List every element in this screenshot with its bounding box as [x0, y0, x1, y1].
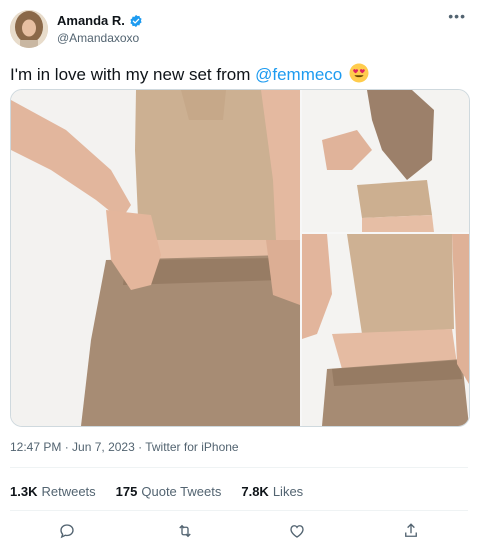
reply-icon[interactable]: [56, 520, 78, 542]
likes-stat[interactable]: 7.8K Likes: [241, 484, 303, 499]
tweet-text: I'm in love with my new set from @femmec…: [10, 63, 369, 87]
heart-eyes-emoji-icon: [349, 63, 369, 83]
quote-tweets-count: 175: [115, 484, 138, 499]
avatar[interactable]: [10, 10, 48, 48]
quote-tweets-label: Quote Tweets: [141, 484, 222, 499]
retweets-stat[interactable]: 1.3K Retweets: [10, 484, 96, 499]
author-display-name[interactable]: Amanda R.: [57, 13, 125, 28]
like-icon[interactable]: [286, 520, 308, 542]
action-bar: [0, 514, 478, 550]
tweet-time[interactable]: 12:47 PM: [10, 440, 61, 454]
retweets-count: 1.3K: [10, 484, 38, 499]
tweet-source[interactable]: Twitter for iPhone: [145, 440, 238, 454]
tweet: Amanda R. @Amandaxoxo ••• I'm in love wi…: [0, 0, 478, 560]
meta-separator: ·: [61, 440, 73, 454]
tweet-text-body: I'm in love with my new set from: [10, 65, 256, 84]
retweet-icon[interactable]: [174, 520, 196, 542]
photo-3[interactable]: [302, 234, 469, 426]
engagement-stats: 1.3K Retweets 175 Quote Tweets 7.8K Likes: [10, 484, 303, 499]
tweet-meta: 12:47 PM · Jun 7, 2023 · Twitter for iPh…: [10, 440, 239, 454]
meta-separator-2: ·: [134, 440, 146, 454]
retweets-label: Retweets: [41, 484, 96, 499]
likes-count: 7.8K: [241, 484, 269, 499]
photo-1[interactable]: [11, 90, 300, 426]
divider-2: [10, 510, 468, 511]
more-horizontal-icon[interactable]: •••: [448, 8, 466, 24]
divider: [10, 467, 468, 468]
author-name-row[interactable]: Amanda R.: [57, 13, 143, 28]
likes-label: Likes: [272, 484, 304, 499]
verified-badge-icon: [129, 14, 143, 28]
media-grid[interactable]: [10, 89, 470, 427]
author-handle[interactable]: @Amandaxoxo: [57, 31, 139, 45]
photo-2[interactable]: [302, 90, 469, 232]
tweet-date[interactable]: Jun 7, 2023: [72, 440, 135, 454]
quote-tweets-stat[interactable]: 175 Quote Tweets: [116, 484, 222, 499]
share-icon[interactable]: [400, 520, 422, 542]
mention-link[interactable]: @femmeco: [255, 65, 342, 84]
